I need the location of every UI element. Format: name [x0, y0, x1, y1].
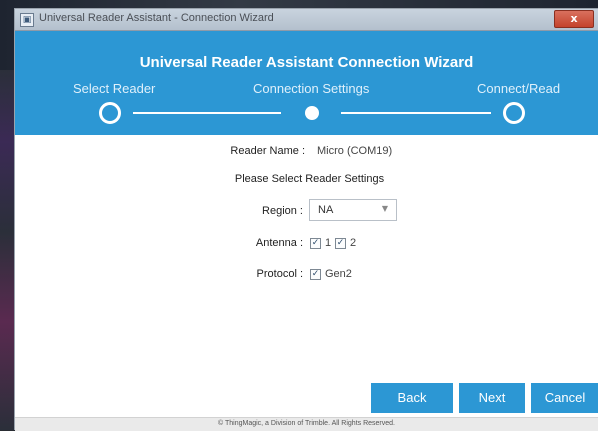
antenna-1-checkbox[interactable]: ✓	[310, 238, 321, 249]
gen2-label: Gen2	[325, 268, 352, 280]
region-label: Region :	[262, 205, 303, 217]
step-label-connect-read: Connect/Read	[477, 81, 561, 96]
region-select[interactable]: NA ▼	[309, 199, 397, 221]
back-button[interactable]: Back	[371, 383, 453, 413]
reader-name-value: Micro (COM19)	[317, 145, 393, 157]
protocol-label: Protocol :	[256, 268, 303, 280]
app-icon: ▣	[20, 13, 34, 27]
title-bar[interactable]: ▣ Universal Reader Assistant - Connectio…	[15, 9, 598, 31]
step-connector	[133, 112, 281, 114]
close-button[interactable]: x	[554, 10, 594, 28]
antenna-2-label: 2	[350, 237, 357, 249]
antenna-1-label: 1	[325, 237, 332, 249]
footer: © ThingMagic, a Division of Trimble. All…	[15, 417, 598, 431]
antenna-2-checkbox[interactable]: ✓	[335, 238, 346, 249]
reader-settings-heading: Please Select Reader Settings	[234, 173, 385, 185]
step-label-connection-settings: Connection Settings	[253, 81, 370, 96]
step-connector	[341, 112, 491, 114]
step-indicator-connect-read	[503, 102, 525, 124]
step-label-select-reader: Select Reader	[73, 81, 156, 96]
wizard-window: ▣ Universal Reader Assistant - Connectio…	[14, 8, 598, 431]
reader-name-label: Reader Name :	[230, 145, 305, 157]
cancel-button[interactable]: Cancel	[531, 383, 598, 413]
copyright-text: © ThingMagic, a Division of Trimble. All…	[218, 420, 395, 427]
wizard-header: Universal Reader Assistant Connection Wi…	[15, 31, 598, 135]
chevron-down-icon: ▼	[381, 204, 388, 213]
region-select-value: NA	[318, 204, 334, 216]
antenna-label: Antenna :	[255, 237, 303, 249]
step-indicator-connection-settings-current	[305, 106, 319, 120]
wizard-title: Universal Reader Assistant Connection Wi…	[139, 54, 474, 71]
window-title: Universal Reader Assistant - Connection …	[39, 12, 274, 24]
gen2-checkbox[interactable]: ✓	[310, 269, 321, 280]
next-button[interactable]: Next	[459, 383, 525, 413]
step-indicator-select-reader	[99, 102, 121, 124]
close-icon: x	[570, 12, 578, 25]
